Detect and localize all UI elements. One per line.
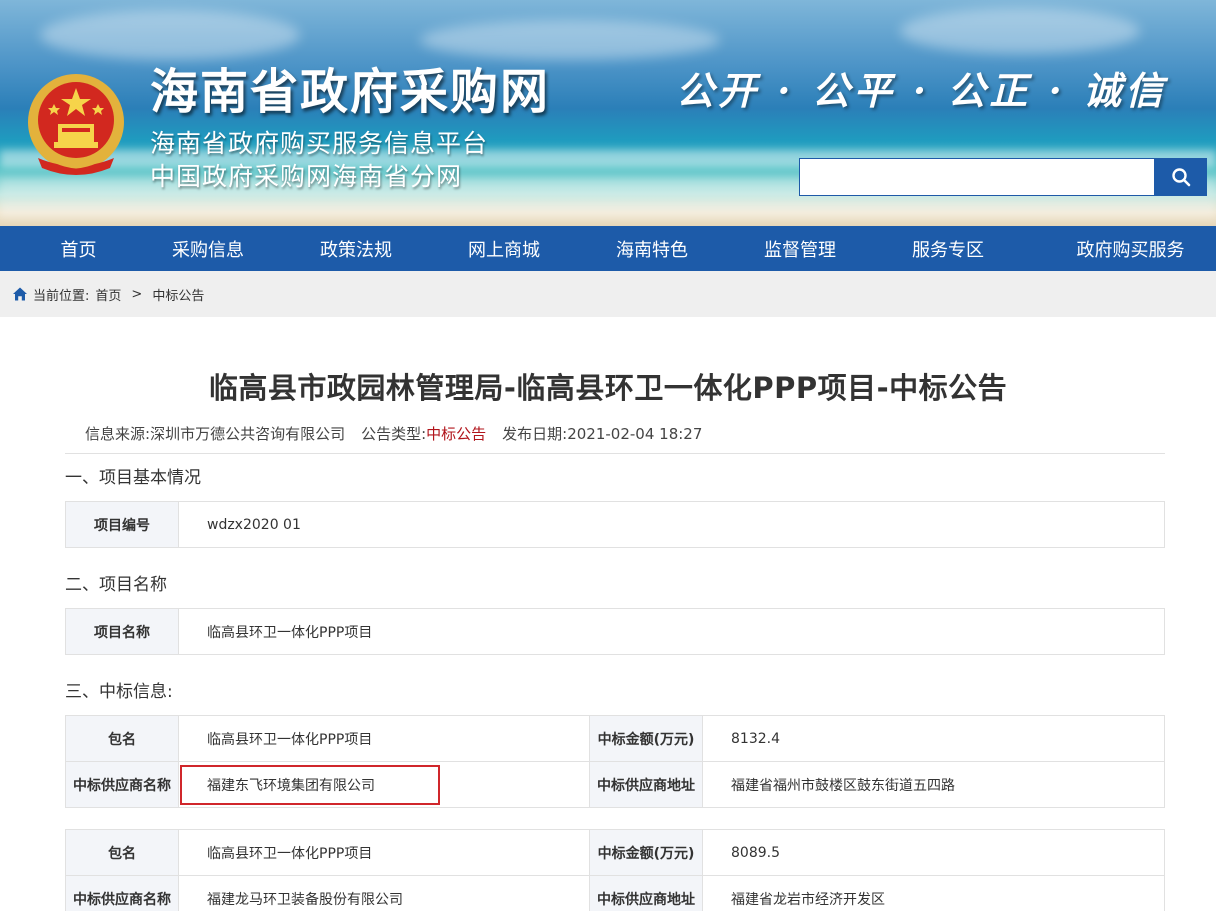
site-slogan: 公开 · 公平 · 公正 · 诚信 bbox=[676, 68, 1168, 113]
supplier-label: 中标供应商名称 bbox=[65, 761, 179, 808]
nav-item-policy[interactable]: 政策法规 bbox=[259, 226, 453, 271]
search-input[interactable] bbox=[799, 158, 1155, 196]
bid-table-2: 包名 临高县环卫一体化PPP项目 中标金额(万元) 8089.5 中标供应商名称… bbox=[65, 829, 1165, 911]
divider bbox=[65, 453, 1165, 454]
table-row: 项目名称 临高县环卫一体化PPP项目 bbox=[65, 608, 1165, 655]
type-value: 中标公告 bbox=[426, 425, 487, 443]
nav-item-home[interactable]: 首页 bbox=[0, 226, 157, 271]
type-label: 公告类型: bbox=[361, 425, 427, 443]
table-row: 项目编号 wdzx2020 01 bbox=[65, 501, 1165, 548]
site-subtitle-1: 海南省政府购买服务信息平台 bbox=[150, 129, 489, 158]
site-subtitle-2: 中国政府采购网海南省分网 bbox=[150, 162, 463, 191]
section-heading-project-name: 二、项目名称 bbox=[65, 575, 167, 595]
breadcrumb-separator: > bbox=[131, 286, 143, 302]
section-heading-bid-info: 三、中标信息: bbox=[65, 682, 173, 702]
project-name-table: 项目名称 临高县环卫一体化PPP项目 bbox=[65, 608, 1165, 655]
project-name-value: 临高县环卫一体化PPP项目 bbox=[178, 608, 1165, 655]
search-icon bbox=[1172, 168, 1191, 187]
project-number-value: wdzx2020 01 bbox=[178, 501, 1165, 548]
breadcrumb-current[interactable]: 中标公告 bbox=[152, 285, 204, 304]
table-row: 包名 临高县环卫一体化PPP项目 中标金额(万元) 8132.4 bbox=[65, 715, 1165, 762]
project-number-table: 项目编号 wdzx2020 01 bbox=[65, 501, 1165, 548]
address-value: 福建省龙岩市经济开发区 bbox=[702, 875, 1165, 911]
nav-item-procurement-info[interactable]: 采购信息 bbox=[157, 226, 259, 271]
site-title: 海南省政府采购网 bbox=[150, 64, 551, 120]
amount-value: 8089.5 bbox=[702, 829, 1165, 876]
source-value: 深圳市万德公共咨询有限公司 bbox=[150, 425, 346, 443]
project-number-label: 项目编号 bbox=[65, 501, 179, 548]
breadcrumb-home-link[interactable]: 首页 bbox=[95, 285, 121, 304]
date-value: 2021-02-04 18:27 bbox=[567, 425, 703, 443]
package-label: 包名 bbox=[65, 829, 179, 876]
package-value: 临高县环卫一体化PPP项目 bbox=[178, 829, 590, 876]
amount-value: 8132.4 bbox=[702, 715, 1165, 762]
address-value: 福建省福州市鼓楼区鼓东街道五四路 bbox=[702, 761, 1165, 808]
article-meta: 信息来源:深圳市万德公共咨询有限公司 公告类型:中标公告 发布日期:2021-02-… bbox=[85, 423, 702, 444]
amount-label: 中标金额(万元) bbox=[589, 829, 703, 876]
home-icon bbox=[13, 287, 27, 301]
address-label: 中标供应商地址 bbox=[589, 761, 703, 808]
supplier-label: 中标供应商名称 bbox=[65, 875, 179, 911]
project-name-label: 项目名称 bbox=[65, 608, 179, 655]
nav-item-hainan-feature[interactable]: 海南特色 bbox=[555, 226, 749, 271]
nav-item-service-zone[interactable]: 服务专区 bbox=[851, 226, 1045, 271]
page-title: 临高县市政园林管理局-临高县环卫一体化PPP项目-中标公告 bbox=[208, 371, 1008, 405]
amount-label: 中标金额(万元) bbox=[589, 715, 703, 762]
national-emblem-icon bbox=[28, 74, 124, 175]
nav-item-supervision[interactable]: 监督管理 bbox=[749, 226, 851, 271]
package-label: 包名 bbox=[65, 715, 179, 762]
table-row: 中标供应商名称 福建龙马环卫装备股份有限公司 中标供应商地址 福建省龙岩市经济开… bbox=[65, 875, 1165, 911]
site-banner: 海南省政府采购网 海南省政府购买服务信息平台 中国政府采购网海南省分网 公开 ·… bbox=[0, 0, 1216, 226]
supplier-highlight-box bbox=[180, 765, 440, 805]
section-heading-basic-info: 一、项目基本情况 bbox=[65, 468, 201, 488]
table-row: 包名 临高县环卫一体化PPP项目 中标金额(万元) 8089.5 bbox=[65, 829, 1165, 876]
main-nav: 首页 采购信息 政策法规 网上商城 海南特色 监督管理 服务专区 政府购买服务 bbox=[0, 226, 1216, 271]
package-value: 临高县环卫一体化PPP项目 bbox=[178, 715, 590, 762]
search-button[interactable] bbox=[1155, 158, 1207, 196]
breadcrumb-prefix: 当前位置: bbox=[33, 288, 90, 304]
address-label: 中标供应商地址 bbox=[589, 875, 703, 911]
nav-item-online-mall[interactable]: 网上商城 bbox=[453, 226, 555, 271]
breadcrumb: 当前位置: 首页 > 中标公告 bbox=[0, 271, 1216, 317]
source-label: 信息来源: bbox=[85, 425, 151, 443]
supplier-value: 福建龙马环卫装备股份有限公司 bbox=[178, 875, 590, 911]
nav-item-gov-purchase[interactable]: 政府购买服务 bbox=[1045, 226, 1216, 271]
date-label: 发布日期: bbox=[502, 425, 568, 443]
